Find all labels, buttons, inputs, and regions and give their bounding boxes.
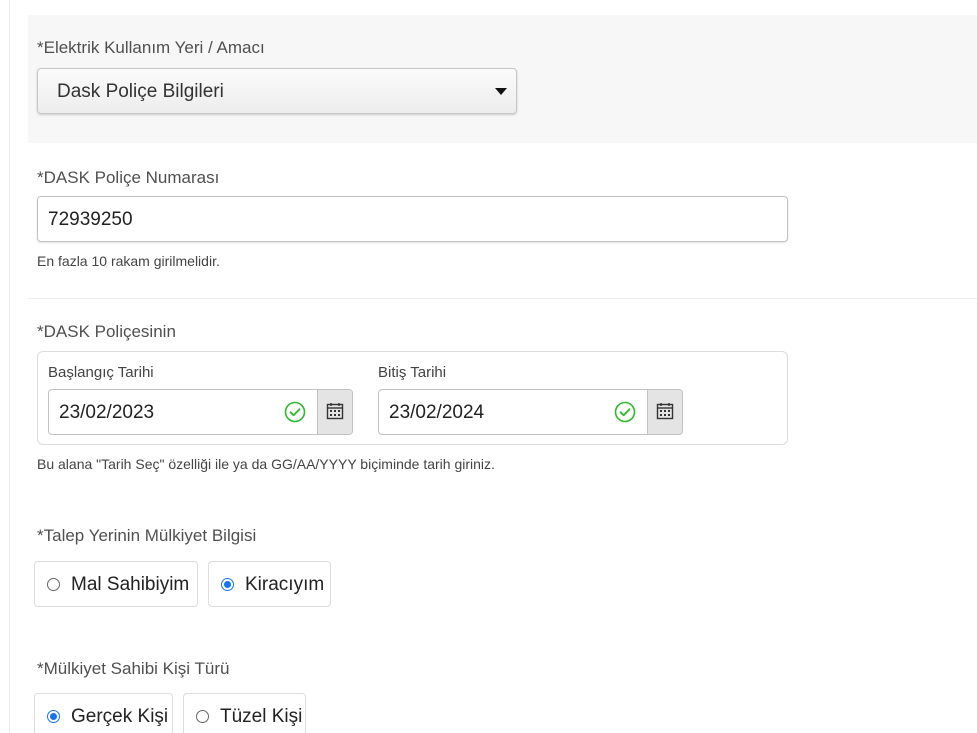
policy-dates-label: *DASK Poliçesinin <box>37 322 176 341</box>
ownership-option-owner[interactable]: Mal Sahibiyim <box>34 561 198 607</box>
calendar-icon <box>326 403 344 420</box>
owner-type-corporate-label: Tüzel Kişi <box>220 706 303 727</box>
ownership-owner-radio[interactable] <box>47 578 60 591</box>
check-circle-icon <box>284 401 306 423</box>
policy-number-help: En fazla 10 rakam girilmelidir. <box>37 253 220 269</box>
owner-type-label: *Mülkiyet Sahibi Kişi Türü <box>37 659 230 678</box>
check-circle-icon <box>614 401 636 423</box>
policy-number-value: 72939250 <box>48 209 133 230</box>
start-date-calendar-button[interactable] <box>317 390 352 434</box>
usage-select-value: Dask Poliçe Bilgileri <box>57 81 224 102</box>
start-date-value: 23/02/2023 <box>59 402 155 423</box>
ownership-label: *Talep Yerinin Mülkiyet Bilgisi <box>37 526 257 545</box>
owner-type-individual-label: Gerçek Kişi <box>71 706 169 727</box>
policy-number-input[interactable]: 72939250 <box>37 196 788 242</box>
policy-dates-help: Bu alana "Tarih Seç" özelliği ile ya da … <box>37 456 495 472</box>
owner-type-option-individual[interactable]: Gerçek Kişi <box>34 693 173 733</box>
ownership-tenant-label: Kiracıyım <box>245 574 325 595</box>
policy-dates-group: Başlangıç Tarihi 23/02/2023 Bitiş Tarihi… <box>37 351 788 445</box>
end-date-label: Bitiş Tarihi <box>378 364 447 381</box>
end-date-calendar-button[interactable] <box>647 390 682 434</box>
ownership-tenant-radio[interactable] <box>221 578 234 591</box>
owner-type-option-corporate[interactable]: Tüzel Kişi <box>183 693 306 733</box>
ownership-option-tenant[interactable]: Kiracıyım <box>208 561 331 607</box>
ownership-owner-label: Mal Sahibiyim <box>71 574 190 595</box>
usage-select[interactable]: Dask Poliçe Bilgileri <box>37 68 517 114</box>
end-date-input[interactable]: 23/02/2024 <box>378 389 683 435</box>
policy-number-label: *DASK Poliçe Numarası <box>37 168 220 187</box>
start-date-input[interactable]: 23/02/2023 <box>48 389 353 435</box>
caret-down-icon <box>495 88 507 95</box>
calendar-icon <box>656 403 674 420</box>
left-border <box>9 0 10 733</box>
section-divider <box>28 298 977 299</box>
end-date-value: 23/02/2024 <box>389 402 485 423</box>
start-date-label: Başlangıç Tarihi <box>48 364 154 381</box>
owner-type-individual-radio[interactable] <box>47 710 60 723</box>
usage-label: *Elektrik Kullanım Yeri / Amacı <box>37 38 265 57</box>
owner-type-corporate-radio[interactable] <box>196 710 209 723</box>
